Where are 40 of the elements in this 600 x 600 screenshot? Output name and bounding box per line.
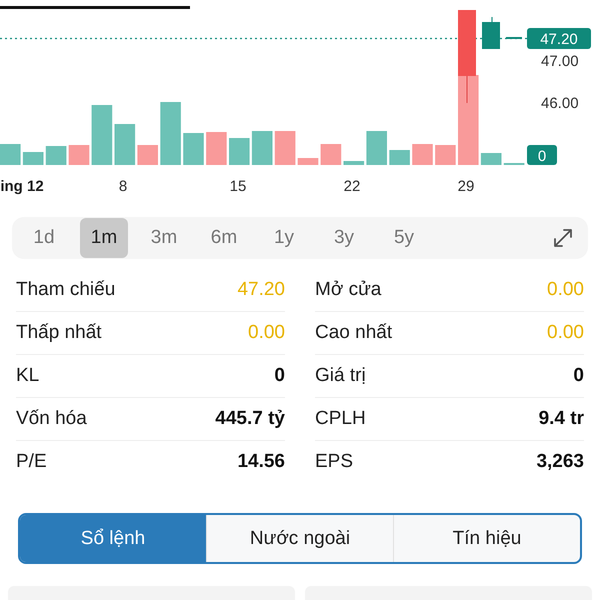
stat-label: Cao nhất: [315, 322, 392, 344]
stat-value: 0: [573, 365, 584, 387]
stat-value: 0.00: [547, 279, 584, 301]
date-axis-label: 15: [230, 178, 246, 195]
range-tab[interactable]: 1d: [20, 218, 68, 258]
price-badge: 47.20: [527, 28, 591, 49]
stat-value: 0: [274, 365, 285, 387]
range-tab[interactable]: 1m: [80, 218, 128, 258]
date-axis-label: 29: [458, 178, 474, 195]
stat-label: Vốn hóa: [16, 408, 87, 430]
date-axis-label: 22: [344, 178, 360, 195]
stat-value: 0.00: [248, 322, 285, 344]
stat-label: CPLH: [315, 408, 366, 430]
stat-value: 0.00: [547, 322, 584, 344]
stat-label: EPS: [315, 451, 354, 473]
volume-badge: 0: [527, 145, 557, 165]
range-tab[interactable]: 6m: [200, 218, 248, 258]
stat-value: 9.4 tr: [538, 408, 584, 430]
expand-icon[interactable]: [552, 227, 574, 249]
range-tab[interactable]: 5y: [380, 218, 428, 258]
segment-tab[interactable]: Sổ lệnh: [20, 515, 206, 562]
stat-value: 47.20: [237, 279, 285, 301]
stat-label: KL: [16, 365, 40, 387]
stat-label: Tham chiếu: [16, 279, 116, 301]
stat-value: 14.56: [237, 451, 285, 473]
stat-label: Giá trị: [315, 365, 366, 387]
stat-label: Thấp nhất: [16, 322, 102, 344]
range-tab[interactable]: 3y: [320, 218, 368, 258]
segment-tab[interactable]: Nước ngoài: [206, 515, 393, 562]
stat-label: P/E: [16, 451, 47, 473]
stat-value: 445.7 tỷ: [215, 408, 285, 430]
date-axis-label: 8: [118, 178, 128, 195]
price-tick-label: 46.00: [541, 95, 579, 112]
date-axis-label: ing 12: [0, 178, 44, 195]
stat-label: Mở cửa: [315, 279, 382, 301]
range-tab[interactable]: 1y: [260, 218, 308, 258]
range-tab[interactable]: 3m: [140, 218, 188, 258]
stat-value: 3,263: [536, 451, 584, 473]
segment-tab[interactable]: Tín hiệu: [393, 515, 580, 562]
price-tick-label: 47.00: [541, 53, 579, 70]
